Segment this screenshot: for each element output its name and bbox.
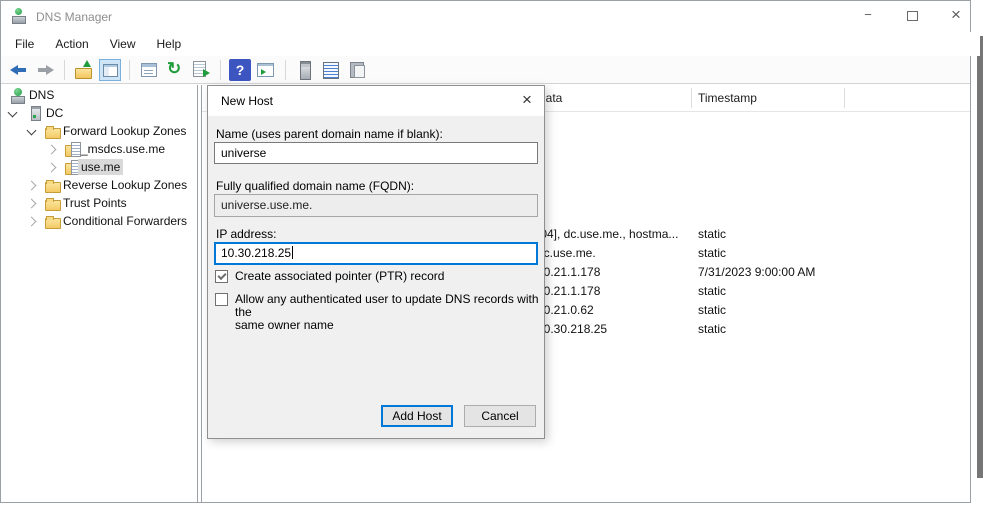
server-icon — [28, 106, 44, 121]
ptr-checkbox-label: Create associated pointer (PTR) record — [235, 270, 444, 283]
tree-row: use.me — [1, 159, 197, 177]
menu-view[interactable]: View — [106, 35, 140, 53]
tree-item-reverse-lookup-zones[interactable]: Reverse Lookup Zones — [60, 177, 190, 193]
close-window-button[interactable] — [934, 1, 978, 31]
record-timestamp-cell: static — [698, 303, 726, 317]
back-icon[interactable] — [8, 59, 30, 81]
dialog-title: New Host — [221, 94, 273, 108]
record-timestamp-cell: static — [698, 284, 726, 298]
properties-icon[interactable] — [138, 59, 160, 81]
record-timestamp-cell: static — [698, 322, 726, 336]
dns-manager-app-icon — [11, 8, 27, 24]
export-list-icon[interactable] — [190, 59, 212, 81]
refresh-icon[interactable] — [164, 59, 186, 81]
folder-icon — [45, 178, 61, 193]
folder-icon — [45, 214, 61, 229]
chevron-right-icon[interactable] — [27, 199, 37, 209]
allow-update-checkbox[interactable] — [215, 293, 228, 306]
tree-row: DNS — [1, 87, 197, 105]
tree-row: Trust Points — [1, 195, 197, 213]
up-one-level-icon[interactable] — [73, 59, 95, 81]
tree-row: DC — [1, 105, 197, 123]
text-caret — [292, 246, 293, 259]
allow-update-checkbox-label: Allow any authenticated user to update D… — [235, 293, 544, 332]
server-icon[interactable] — [294, 59, 316, 81]
fqdn-label: Fully qualified domain name (FQDN): — [216, 179, 414, 193]
toolbar-separator — [285, 60, 286, 80]
new-window-icon[interactable] — [255, 59, 277, 81]
folder-icon — [45, 124, 61, 139]
tree-item-conditional-forwarders[interactable]: Conditional Forwarders — [60, 213, 190, 229]
maximize-button[interactable] — [890, 1, 934, 31]
record-data-cell: [04], dc.use.me., hostma... — [537, 227, 678, 241]
chevron-right-icon[interactable] — [47, 163, 57, 173]
chevron-right-icon[interactable] — [27, 181, 37, 191]
record-data-cell: 10.21.1.178 — [537, 265, 600, 279]
folder-icon — [45, 196, 61, 211]
chevron-right-icon[interactable] — [47, 145, 57, 155]
show-console-tree-icon[interactable] — [99, 59, 121, 81]
column-separator[interactable] — [691, 88, 692, 108]
new-host-dialog: New Host Name (uses parent domain name i… — [207, 85, 545, 439]
record-timestamp-cell: static — [698, 246, 726, 260]
record-data-cell: 10.30.218.25 — [537, 322, 607, 336]
help-icon[interactable] — [229, 59, 251, 81]
cancel-button[interactable]: Cancel — [464, 405, 536, 427]
paste-icon[interactable] — [346, 59, 368, 81]
tree-item-forward-lookup-zones[interactable]: Forward Lookup Zones — [60, 123, 189, 139]
dns-root-icon — [11, 88, 27, 103]
chevron-down-icon[interactable] — [8, 108, 18, 118]
minimize-button[interactable] — [846, 1, 890, 31]
name-input[interactable]: universe — [214, 142, 538, 164]
menu-bar: File Action View Help — [1, 32, 980, 56]
record-data-cell: dc.use.me. — [537, 246, 596, 260]
dialog-titlebar: New Host — [208, 86, 544, 116]
background-window-edge — [977, 36, 983, 478]
fqdn-input-value: universe.use.me. — [221, 198, 312, 212]
column-header-timestamp[interactable]: Timestamp — [698, 91, 757, 105]
chevron-right-icon[interactable] — [27, 217, 37, 227]
tree-item-dc[interactable]: DC — [43, 105, 66, 121]
ptr-checkbox[interactable] — [215, 270, 228, 283]
menu-help[interactable]: Help — [153, 35, 186, 53]
toolbar-separator — [129, 60, 130, 80]
column-separator[interactable] — [844, 88, 845, 108]
tree-row: Forward Lookup Zones — [1, 123, 197, 141]
ip-address-input[interactable]: 10.30.218.25 — [214, 242, 538, 265]
window-title: DNS Manager — [36, 10, 112, 24]
console-tree-panel: DNS DC Forward Lookup Zones _msdcs.use.meus… — [1, 85, 198, 502]
ip-address-label: IP address: — [216, 227, 276, 241]
record-list-icon[interactable] — [320, 59, 342, 81]
tree-row: Conditional Forwarders — [1, 213, 197, 231]
record-timestamp-cell: 7/31/2023 9:00:00 AM — [698, 265, 815, 279]
tree-item-trust-points[interactable]: Trust Points — [60, 195, 130, 211]
menu-file[interactable]: File — [11, 35, 38, 53]
tree-row: Reverse Lookup Zones — [1, 177, 197, 195]
tree-item-use-me[interactable]: use.me — [78, 159, 123, 175]
add-host-button[interactable]: Add Host — [381, 405, 453, 427]
record-data-cell: 10.21.1.178 — [537, 284, 600, 298]
name-input-value: universe — [221, 146, 266, 160]
chevron-down-icon[interactable] — [27, 126, 37, 136]
toolbar-separator — [220, 60, 221, 80]
tree-item--msdcs-use-me[interactable]: _msdcs.use.me — [78, 141, 168, 157]
fqdn-input[interactable]: universe.use.me. — [214, 194, 538, 217]
ip-address-value: 10.30.218.25 — [221, 246, 291, 260]
name-label: Name (uses parent domain name if blank): — [216, 127, 443, 141]
record-data-cell: 10.21.0.62 — [537, 303, 594, 317]
toolbar-separator — [64, 60, 65, 80]
forward-icon[interactable] — [34, 59, 56, 81]
menu-action[interactable]: Action — [51, 35, 92, 53]
screen: DNS Manager File Action View Help DNS DC F… — [0, 0, 983, 507]
toolbar — [1, 56, 970, 84]
record-timestamp-cell: static — [698, 227, 726, 241]
tree-item-dns[interactable]: DNS — [26, 87, 57, 103]
dialog-close-icon[interactable] — [518, 91, 536, 109]
titlebar: DNS Manager — [1, 1, 970, 32]
tree-row: _msdcs.use.me — [1, 141, 197, 159]
